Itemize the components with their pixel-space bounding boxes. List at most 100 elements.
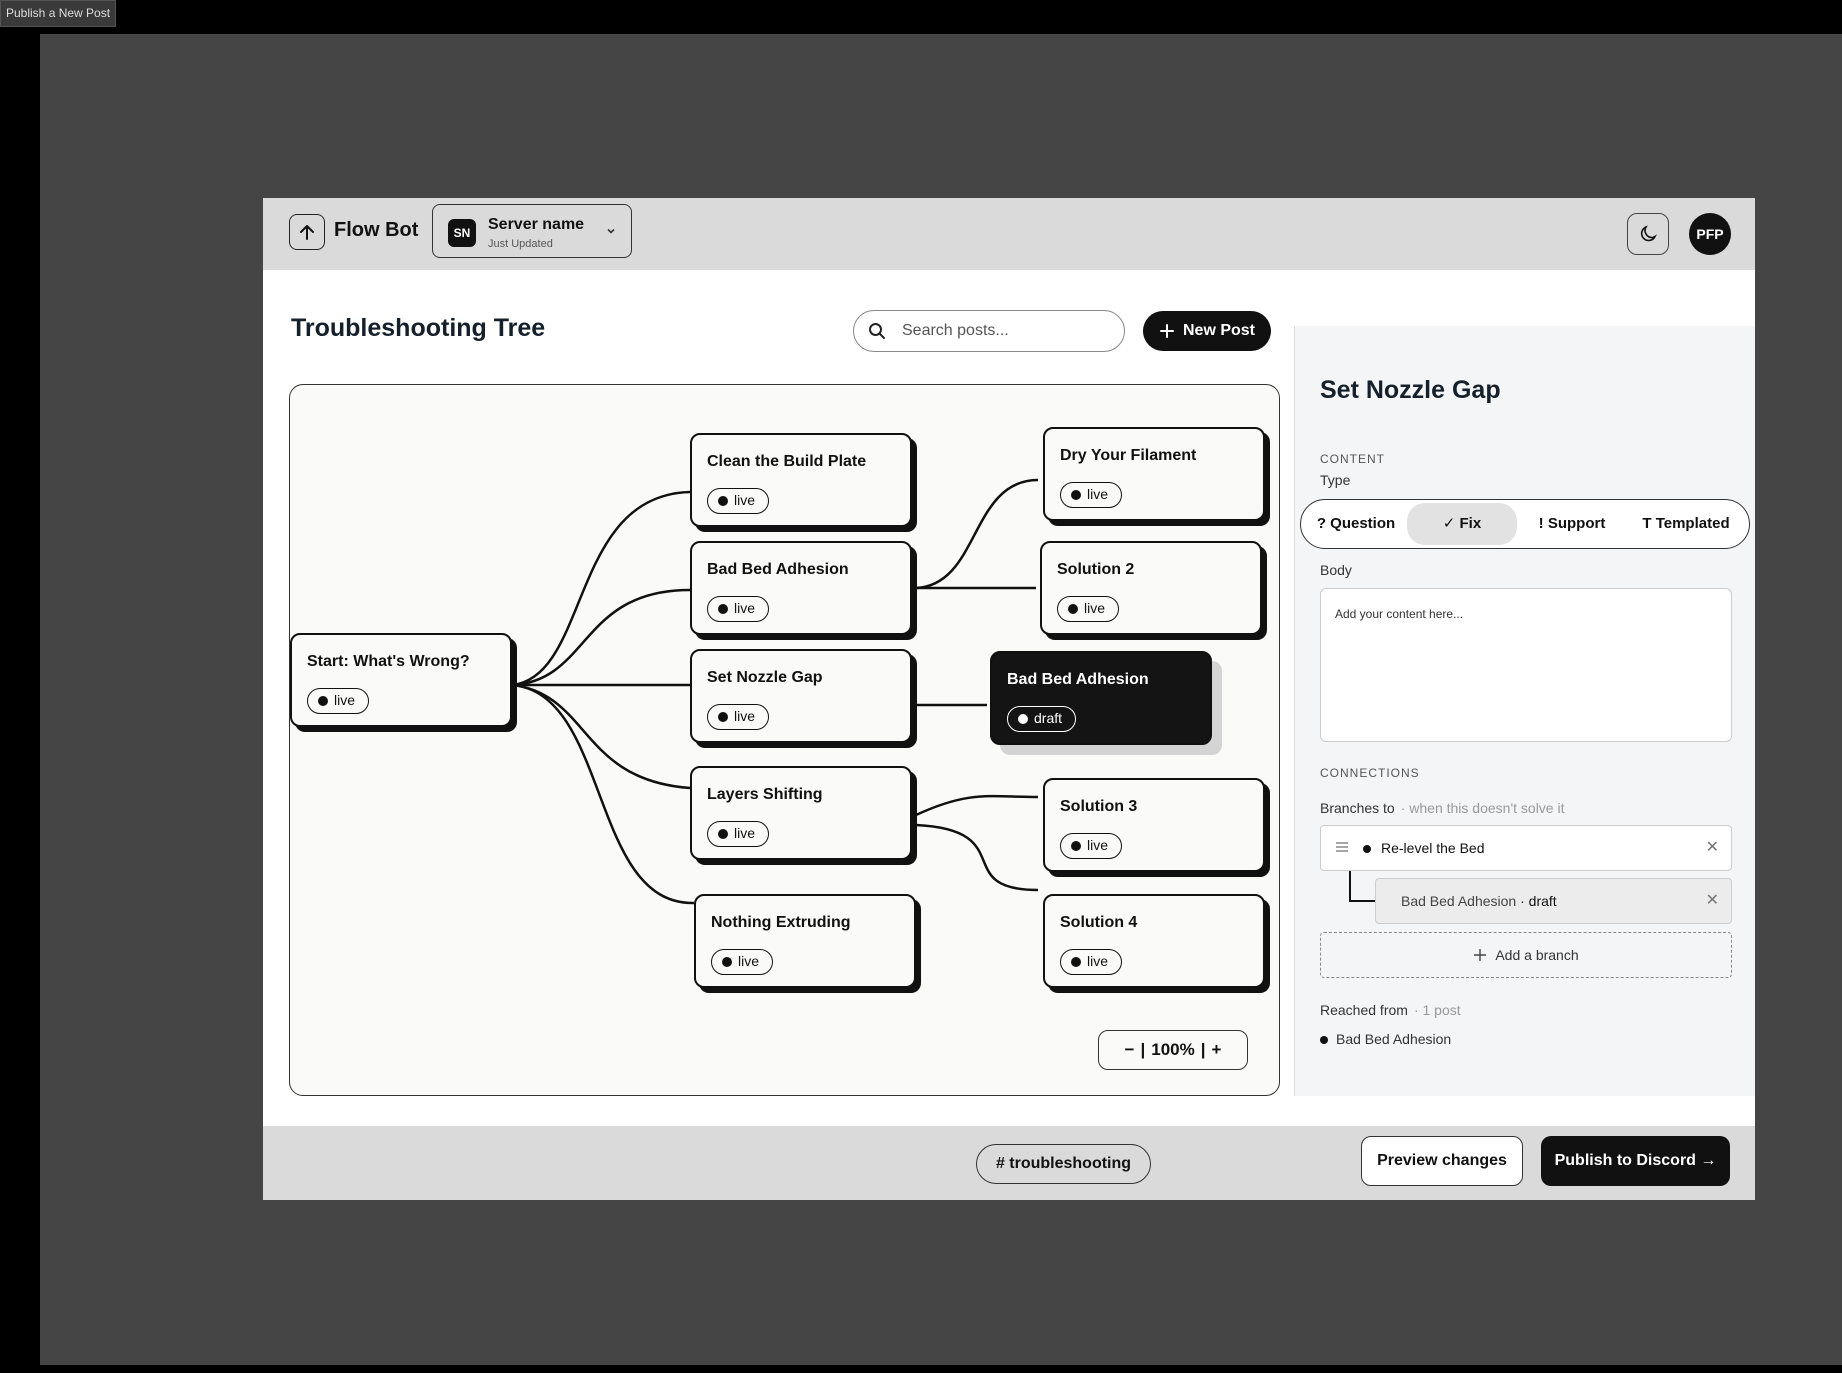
status-badge: live xyxy=(1060,482,1123,508)
zoom-divider: | xyxy=(1140,1040,1146,1059)
type-option-question[interactable]: ? Question xyxy=(1305,503,1407,545)
type-option-fix[interactable]: ✓ Fix xyxy=(1407,503,1517,545)
zoom-control: − | 100% | + xyxy=(1098,1030,1248,1070)
status-badge: live xyxy=(1060,949,1123,975)
tree-node-layers-shifting[interactable]: Layers Shifting live xyxy=(690,766,912,860)
page-title: Troubleshooting Tree xyxy=(291,314,546,342)
publish-to-discord-button[interactable]: Publish to Discord → xyxy=(1541,1136,1730,1186)
moon-icon xyxy=(1640,225,1657,242)
node-label: Solution 2 xyxy=(1057,561,1135,578)
type-label: Type xyxy=(1320,472,1351,488)
type-option-support[interactable]: ! Support xyxy=(1517,503,1627,545)
status-badge: live xyxy=(707,596,770,622)
profile-avatar[interactable]: PFP xyxy=(1689,213,1731,255)
tree-node-solution-4[interactable]: Solution 4 live xyxy=(1043,894,1265,988)
edge-start-nothing-extruding xyxy=(512,683,695,905)
app-name: Flow Bot xyxy=(334,219,419,241)
logo-button[interactable] xyxy=(289,214,325,250)
body-label: Body xyxy=(1320,562,1352,578)
tree-node-solution-3[interactable]: Solution 3 live xyxy=(1043,778,1265,872)
node-label: Set Nozzle Gap xyxy=(707,669,823,686)
node-label: Solution 3 xyxy=(1060,798,1138,815)
node-label: Solution 4 xyxy=(1060,914,1138,931)
zoom-in-button[interactable]: + xyxy=(1212,1040,1222,1060)
add-branch-label: Add a branch xyxy=(1495,947,1579,963)
status-badge: live xyxy=(707,704,770,730)
body-textarea[interactable] xyxy=(1335,607,1715,727)
theme-toggle-button[interactable] xyxy=(1627,213,1669,255)
content-section-heading: CONTENT xyxy=(1320,452,1385,466)
node-label: Bad Bed Adhesion xyxy=(1007,671,1149,688)
node-label: Clean the Build Plate xyxy=(707,453,867,470)
sub-branch-item[interactable]: Bad Bed Adhesion · draft ✕ xyxy=(1375,878,1732,924)
server-selector[interactable]: SN Server name Just Updated xyxy=(432,204,632,258)
footer-bar: # troubleshooting Preview changes Publis… xyxy=(263,1126,1755,1200)
reached-from-item[interactable]: Bad Bed Adhesion xyxy=(1320,1031,1451,1047)
branches-label-text: Branches to xyxy=(1320,800,1395,816)
preview-changes-button[interactable]: Preview changes xyxy=(1361,1136,1523,1186)
app-window: Flow Bot SN Server name Just Updated PFP… xyxy=(263,198,1755,1200)
zoom-divider: | xyxy=(1200,1040,1206,1059)
tree-canvas[interactable]: Start: What's Wrong? live Clean the Buil… xyxy=(289,384,1280,1096)
reached-from-label: Reached from · 1 post xyxy=(1320,1002,1461,1018)
tree-node-nothing-extruding[interactable]: Nothing Extruding live xyxy=(694,894,916,988)
tree-node-solution-2[interactable]: Solution 2 live xyxy=(1040,541,1262,635)
zoom-out-button[interactable]: − xyxy=(1125,1040,1135,1060)
tree-node-set-nozzle-gap[interactable]: Set Nozzle Gap live xyxy=(690,649,912,743)
sub-branch-status: · draft xyxy=(1520,893,1557,909)
sub-branch-name: Bad Bed Adhesion · draft xyxy=(1401,893,1557,909)
drag-handle-icon[interactable] xyxy=(1335,840,1349,854)
branch-item[interactable]: Re-level the Bed ✕ xyxy=(1320,825,1732,871)
tree-node-dry-filament[interactable]: Dry Your Filament live xyxy=(1043,427,1265,521)
node-label: Start: What's Wrong? xyxy=(307,653,470,670)
search-box[interactable] xyxy=(853,310,1125,352)
status-dot-icon xyxy=(1363,845,1371,853)
search-input[interactable] xyxy=(902,320,1112,342)
status-badge: live xyxy=(707,821,770,847)
search-icon xyxy=(869,323,885,339)
edge-layers-solution-4 xyxy=(915,823,1039,892)
plus-icon xyxy=(1159,324,1174,338)
status-badge: live xyxy=(707,488,770,514)
branch-name: Re-level the Bed xyxy=(1381,840,1485,856)
type-option-templated[interactable]: T Templated xyxy=(1627,503,1745,545)
add-branch-button[interactable]: Add a branch xyxy=(1320,932,1732,978)
edge-start-layers xyxy=(512,683,691,790)
status-badge: live xyxy=(1060,833,1123,859)
branches-hint: · when this doesn't solve it xyxy=(1400,800,1565,816)
top-bar: Flow Bot SN Server name Just Updated PFP xyxy=(263,198,1755,270)
status-badge: draft xyxy=(1007,706,1077,732)
branches-label: Branches to · when this doesn't solve it xyxy=(1320,800,1564,816)
connections-section-heading: CONNECTIONS xyxy=(1320,766,1420,780)
remove-sub-branch-icon[interactable]: ✕ xyxy=(1706,890,1719,910)
channel-pill[interactable]: # troubleshooting xyxy=(976,1144,1151,1184)
new-post-label: New Post xyxy=(1182,322,1255,339)
server-avatar: SN xyxy=(448,219,476,247)
status-badge: live xyxy=(307,688,370,714)
node-label: Nothing Extruding xyxy=(711,914,851,931)
server-name: Server name xyxy=(488,216,585,233)
arrow-up-icon xyxy=(300,225,314,240)
remove-branch-icon[interactable]: ✕ xyxy=(1706,837,1719,857)
tree-node-bad-bed-adhesion[interactable]: Bad Bed Adhesion live xyxy=(690,541,912,635)
sub-branch-title: Bad Bed Adhesion xyxy=(1401,893,1517,909)
tree-node-start[interactable]: Start: What's Wrong? live xyxy=(290,633,512,727)
zoom-level: 100% xyxy=(1151,1040,1195,1059)
type-segmented-control: ? Question ✓ Fix ! Support T Templated xyxy=(1300,499,1750,549)
edge-layers-solution-3 xyxy=(915,794,1039,817)
reached-from-text: Reached from xyxy=(1320,1002,1408,1018)
node-label: Layers Shifting xyxy=(707,786,823,803)
post-title: Set Nozzle Gap xyxy=(1320,376,1501,404)
node-label: Bad Bed Adhesion xyxy=(707,561,849,578)
edge-bad-bed-dry-filament xyxy=(915,478,1039,590)
server-status: Just Updated xyxy=(488,238,553,250)
window-tab-label: Publish a New Post xyxy=(0,0,117,27)
tree-node-selected-draft[interactable]: Bad Bed Adhesion draft xyxy=(990,651,1212,745)
body-editor[interactable] xyxy=(1320,588,1732,742)
new-post-button[interactable]: New Post xyxy=(1143,311,1271,351)
edge-start-clean-plate xyxy=(512,490,691,687)
status-badge: live xyxy=(711,949,774,975)
plus-icon xyxy=(1474,949,1487,961)
tree-node-clean-build-plate[interactable]: Clean the Build Plate live xyxy=(690,433,912,527)
chevron-down-icon xyxy=(607,228,615,234)
